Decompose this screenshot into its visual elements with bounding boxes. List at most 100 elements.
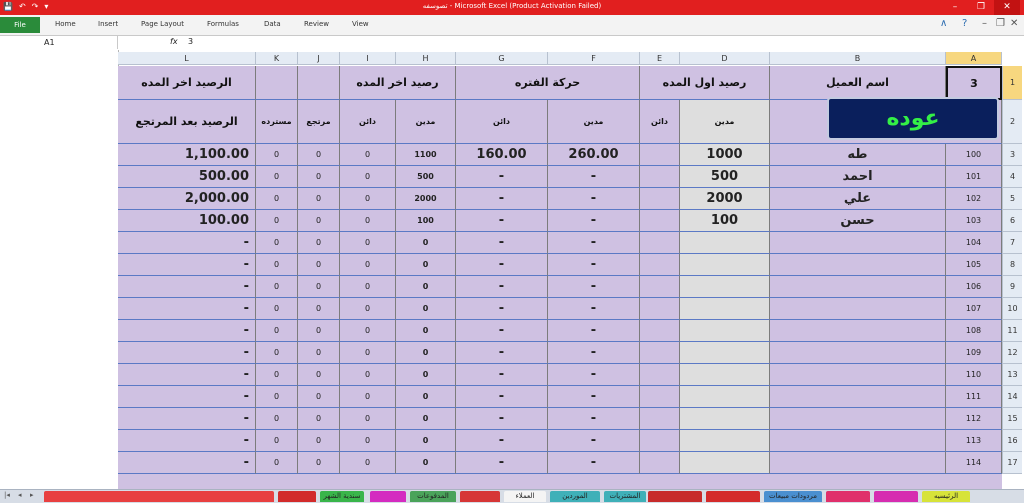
- minimize-button[interactable]: –: [942, 0, 968, 15]
- close-credit-cell[interactable]: 0: [340, 364, 396, 386]
- recovered-cell[interactable]: 0: [256, 210, 298, 232]
- returned-cell[interactable]: 0: [298, 364, 340, 386]
- close-credit-cell[interactable]: 0: [340, 342, 396, 364]
- movement-debit-cell[interactable]: -: [548, 320, 640, 342]
- customer-name-cell[interactable]: [770, 364, 946, 386]
- returned-cell[interactable]: 0: [298, 188, 340, 210]
- open-credit-cell[interactable]: [640, 430, 680, 452]
- column-header-e[interactable]: E: [640, 52, 680, 65]
- header-debit-d[interactable]: مدين: [680, 100, 770, 144]
- customer-code-cell[interactable]: 114: [946, 452, 1002, 474]
- header-period-movement[interactable]: حركة الفتره: [456, 66, 640, 100]
- close-debit-cell[interactable]: 0: [396, 232, 456, 254]
- sheet-tab[interactable]: سندية الشهر: [320, 491, 364, 502]
- recovered-cell[interactable]: 0: [256, 298, 298, 320]
- movement-debit-cell[interactable]: -: [548, 188, 640, 210]
- column-header-a[interactable]: A: [946, 52, 1002, 65]
- header-debit-f[interactable]: مدين: [548, 100, 640, 144]
- recovered-cell[interactable]: 0: [256, 408, 298, 430]
- customer-code-cell[interactable]: 109: [946, 342, 1002, 364]
- customer-code-cell[interactable]: 111: [946, 386, 1002, 408]
- open-debit-cell[interactable]: [680, 408, 770, 430]
- open-debit-cell[interactable]: [680, 386, 770, 408]
- sheet-tab[interactable]: [874, 491, 918, 502]
- customer-code-cell[interactable]: 105: [946, 254, 1002, 276]
- close-debit-cell[interactable]: 0: [396, 386, 456, 408]
- header-recovered[interactable]: مسترده: [256, 100, 298, 144]
- movement-debit-cell[interactable]: -: [548, 232, 640, 254]
- recovered-cell[interactable]: 0: [256, 386, 298, 408]
- customer-name-cell[interactable]: طه: [770, 144, 946, 166]
- next-sheet-icon[interactable]: ▸: [30, 491, 34, 499]
- movement-debit-cell[interactable]: -: [548, 408, 640, 430]
- close-debit-cell[interactable]: 0: [396, 276, 456, 298]
- header-balance-after-return[interactable]: الرصيد بعد المرتجع: [118, 100, 256, 144]
- final-balance-cell[interactable]: -: [118, 452, 256, 474]
- first-sheet-icon[interactable]: |◂: [4, 491, 10, 499]
- close-credit-cell[interactable]: 0: [340, 166, 396, 188]
- row-header[interactable]: 14: [1002, 386, 1022, 408]
- close-credit-cell[interactable]: 0: [340, 188, 396, 210]
- open-credit-cell[interactable]: [640, 232, 680, 254]
- returned-cell[interactable]: 0: [298, 254, 340, 276]
- movement-debit-cell[interactable]: -: [548, 166, 640, 188]
- returned-cell[interactable]: 0: [298, 320, 340, 342]
- tab-home[interactable]: Home: [55, 20, 76, 28]
- row-header[interactable]: 4: [1002, 166, 1022, 188]
- final-balance-cell[interactable]: -: [118, 408, 256, 430]
- close-debit-cell[interactable]: 0: [396, 408, 456, 430]
- final-balance-cell[interactable]: -: [118, 276, 256, 298]
- final-balance-cell[interactable]: 1,100.00: [118, 144, 256, 166]
- open-credit-cell[interactable]: [640, 254, 680, 276]
- insert-function-icon[interactable]: fx: [170, 37, 178, 46]
- workbook-minimize-icon[interactable]: –: [982, 18, 987, 29]
- close-debit-cell[interactable]: 0: [396, 364, 456, 386]
- name-box[interactable]: A1: [0, 36, 118, 49]
- movement-debit-cell[interactable]: -: [548, 342, 640, 364]
- customer-name-cell[interactable]: حسن: [770, 210, 946, 232]
- movement-debit-cell[interactable]: 260.00: [548, 144, 640, 166]
- sheet-tab[interactable]: [278, 491, 316, 502]
- customer-name-cell[interactable]: [770, 276, 946, 298]
- tab-view[interactable]: View: [352, 20, 369, 28]
- header-customer-name[interactable]: اسم العميل: [770, 66, 946, 100]
- recovered-cell[interactable]: 0: [256, 342, 298, 364]
- close-credit-cell[interactable]: 0: [340, 232, 396, 254]
- customer-code-cell[interactable]: 112: [946, 408, 1002, 430]
- close-debit-cell[interactable]: 0: [396, 430, 456, 452]
- sheet-tab[interactable]: [648, 491, 702, 502]
- customer-name-cell[interactable]: [770, 408, 946, 430]
- recovered-cell[interactable]: 0: [256, 430, 298, 452]
- open-debit-cell[interactable]: [680, 254, 770, 276]
- tab-insert[interactable]: Insert: [98, 20, 118, 28]
- header-credit-i[interactable]: دائن: [340, 100, 396, 144]
- returned-cell[interactable]: 0: [298, 386, 340, 408]
- recovered-cell[interactable]: 0: [256, 232, 298, 254]
- workbook-restore-icon[interactable]: ❐: [996, 18, 1005, 29]
- recovered-cell[interactable]: 0: [256, 254, 298, 276]
- final-balance-cell[interactable]: -: [118, 430, 256, 452]
- close-credit-cell[interactable]: 0: [340, 320, 396, 342]
- column-header-b[interactable]: B: [770, 52, 946, 65]
- final-balance-cell[interactable]: 100.00: [118, 210, 256, 232]
- movement-credit-cell[interactable]: -: [456, 166, 548, 188]
- close-credit-cell[interactable]: 0: [340, 452, 396, 474]
- open-debit-cell[interactable]: [680, 320, 770, 342]
- movement-debit-cell[interactable]: -: [548, 298, 640, 320]
- header-returned[interactable]: مرتجع: [298, 100, 340, 144]
- help-icon[interactable]: ?: [962, 18, 967, 29]
- sheet-tab[interactable]: العملاء: [504, 491, 546, 502]
- returned-cell[interactable]: 0: [298, 210, 340, 232]
- returned-cell[interactable]: 0: [298, 298, 340, 320]
- close-credit-cell[interactable]: 0: [340, 210, 396, 232]
- open-credit-cell[interactable]: [640, 452, 680, 474]
- close-debit-cell[interactable]: 2000: [396, 188, 456, 210]
- movement-credit-cell[interactable]: -: [456, 364, 548, 386]
- header-closing-balance-l[interactable]: الرصيد اخر المده: [118, 66, 256, 100]
- sheet-tab[interactable]: الموردين: [550, 491, 600, 502]
- movement-credit-cell[interactable]: -: [456, 254, 548, 276]
- returned-cell[interactable]: 0: [298, 430, 340, 452]
- open-debit-cell[interactable]: 2000: [680, 188, 770, 210]
- open-credit-cell[interactable]: [640, 276, 680, 298]
- customer-name-cell[interactable]: [770, 232, 946, 254]
